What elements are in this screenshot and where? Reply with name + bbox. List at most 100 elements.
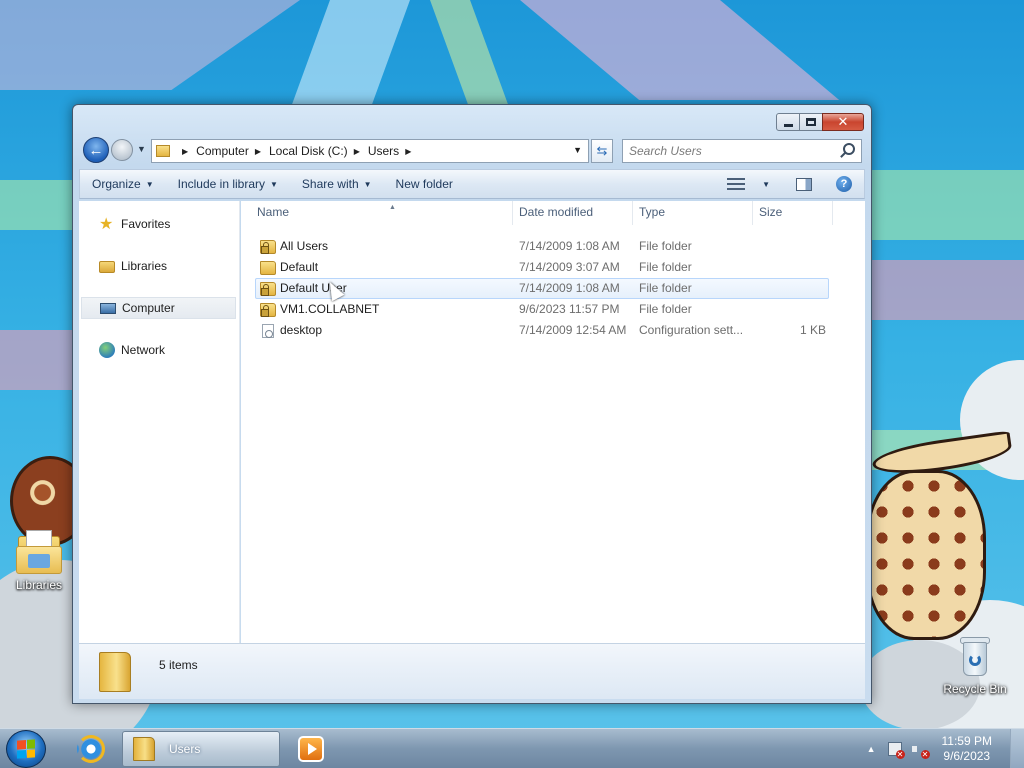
- column-header-type[interactable]: Type: [633, 201, 753, 225]
- taskbar-internet-explorer[interactable]: [66, 731, 116, 767]
- desktop-icon-label: Libraries: [15, 578, 63, 592]
- command-bar: Organize ▼ Include in library ▼ Share with…: [79, 169, 865, 199]
- clock-time: 11:59 PM: [941, 734, 992, 748]
- recent-pages-button[interactable]: ▼: [137, 144, 146, 154]
- folder-icon: [99, 652, 131, 692]
- folder-icon: [260, 240, 276, 254]
- breadcrumb-users[interactable]: Users: [368, 144, 399, 158]
- address-dropdown-icon[interactable]: ▼: [573, 145, 582, 155]
- sort-ascending-icon: ▲: [389, 204, 396, 211]
- item-count: 5 items: [159, 658, 198, 672]
- windows-logo-icon: [17, 739, 35, 759]
- light-ray: [0, 330, 72, 390]
- turtle-illustration: [866, 470, 986, 640]
- table-row[interactable]: All Users 7/14/2009 1:08 AM File folder: [255, 236, 829, 257]
- table-row[interactable]: desktop 7/14/2009 12:54 AM Configuration…: [255, 320, 829, 341]
- back-button[interactable]: ←: [83, 137, 109, 163]
- taskbar-media-player[interactable]: [286, 731, 336, 767]
- breadcrumb-computer[interactable]: Computer: [196, 144, 249, 158]
- action-center-icon[interactable]: [887, 742, 905, 759]
- lock-icon: [261, 242, 269, 254]
- table-row[interactable]: Default 7/14/2009 3:07 AM File folder: [255, 257, 829, 278]
- table-row[interactable]: VM1.COLLABNET 9/6/2023 11:57 PM File fol…: [255, 299, 829, 320]
- taskbar-users-window[interactable]: Users: [122, 731, 280, 767]
- column-header-label: Size: [759, 205, 783, 219]
- file-date: 7/14/2009 1:08 AM: [519, 281, 620, 295]
- file-date: 9/6/2023 11:57 PM: [519, 302, 620, 316]
- volume-muted-icon[interactable]: [911, 742, 930, 759]
- close-icon: ✕: [837, 114, 849, 130]
- folder-icon: [260, 303, 276, 317]
- desktop-icon-libraries[interactable]: Libraries: [4, 530, 74, 592]
- file-name: desktop: [280, 323, 323, 337]
- folder-icon: [156, 145, 170, 157]
- close-button[interactable]: ✕: [822, 113, 864, 131]
- explorer-window[interactable]: ✕ ← ▼ ▶ Computer ▶ Local Disk (C:) ▶ Use…: [72, 104, 872, 704]
- breadcrumb-chevron-icon[interactable]: ▶: [182, 147, 188, 156]
- breadcrumb-chevron-icon[interactable]: ▶: [405, 147, 411, 156]
- minimize-icon: [783, 123, 793, 127]
- column-header-date-modified[interactable]: Date modified: [513, 201, 633, 225]
- organize-label: Organize: [92, 177, 141, 191]
- start-button[interactable]: [6, 730, 46, 768]
- nav-item-favorites[interactable]: ★ Favorites: [81, 213, 236, 235]
- minimize-button[interactable]: [776, 113, 800, 131]
- preview-pane-button[interactable]: [784, 170, 824, 198]
- column-header-name[interactable]: Name ▲: [251, 201, 513, 225]
- clock[interactable]: 11:59 PM 9/6/2023: [942, 734, 992, 764]
- network-icon: [99, 342, 115, 358]
- search-input[interactable]: [629, 141, 839, 161]
- breadcrumb-chevron-icon[interactable]: ▶: [255, 147, 261, 156]
- nav-item-libraries[interactable]: Libraries: [81, 255, 236, 277]
- light-ray: [872, 260, 1024, 320]
- help-button[interactable]: ?: [824, 170, 864, 198]
- navigation-row: ← ▼ ▶ Computer ▶ Local Disk (C:) ▶ Users…: [81, 135, 865, 165]
- include-in-library-button[interactable]: Include in library ▼: [166, 170, 290, 198]
- folder-icon: [260, 282, 276, 296]
- navigation-pane[interactable]: ★ Favorites Libraries Computer Network: [79, 201, 240, 643]
- maximize-button[interactable]: [799, 113, 823, 131]
- refresh-button[interactable]: ⇆: [591, 139, 613, 163]
- address-bar[interactable]: ▶ Computer ▶ Local Disk (C:) ▶ Users ▶ ▼: [151, 139, 589, 163]
- file-type: File folder: [639, 281, 692, 295]
- refresh-icon: ⇆: [596, 143, 608, 158]
- column-header-label: Name: [257, 205, 290, 219]
- title-bar[interactable]: ✕: [73, 105, 871, 135]
- nav-item-network[interactable]: Network: [81, 339, 236, 361]
- chevron-down-icon: ▼: [363, 179, 372, 189]
- folder-icon: [133, 737, 155, 761]
- column-header-size[interactable]: Size: [753, 201, 833, 225]
- desktop-icon-recycle-bin[interactable]: Recycle Bin: [940, 634, 1010, 696]
- new-folder-button[interactable]: New folder: [384, 170, 465, 198]
- search-box[interactable]: [622, 139, 862, 163]
- show-desktop-button[interactable]: [1010, 729, 1024, 768]
- nav-item-computer[interactable]: Computer: [81, 297, 236, 319]
- file-type: File folder: [639, 260, 692, 274]
- search-icon[interactable]: [843, 143, 855, 155]
- file-list[interactable]: Name ▲ Date modified Type Size All Users…: [241, 201, 865, 643]
- file-name: VM1.COLLABNET: [280, 302, 380, 316]
- arrow-left-icon: ←: [88, 141, 104, 159]
- light-ray: [430, 0, 511, 110]
- media-player-icon: [298, 736, 324, 762]
- view-options-button[interactable]: ▼: [757, 170, 784, 198]
- chevron-down-icon: ▼: [137, 144, 146, 154]
- chevron-down-icon: ▼: [145, 179, 154, 189]
- file-date: 7/14/2009 3:07 AM: [519, 260, 620, 274]
- show-hidden-icons-button[interactable]: ▲: [867, 744, 876, 754]
- breadcrumb-chevron-icon[interactable]: ▶: [354, 147, 360, 156]
- file-name: All Users: [280, 239, 329, 253]
- libraries-icon: [16, 530, 62, 574]
- change-view-button[interactable]: [715, 170, 757, 198]
- preview-pane-icon: [796, 177, 812, 191]
- breadcrumb-local-disk[interactable]: Local Disk (C:): [269, 144, 348, 158]
- file-date: 7/14/2009 12:54 AM: [519, 323, 627, 337]
- organize-button[interactable]: Organize ▼: [80, 170, 166, 198]
- file-type: File folder: [639, 239, 692, 253]
- share-with-button[interactable]: Share with ▼: [290, 170, 384, 198]
- caption-buttons: ✕: [776, 113, 864, 131]
- chevron-down-icon: ▼: [762, 179, 770, 189]
- file-type: File folder: [639, 302, 692, 316]
- computer-icon: [100, 303, 116, 314]
- forward-button[interactable]: [111, 139, 133, 161]
